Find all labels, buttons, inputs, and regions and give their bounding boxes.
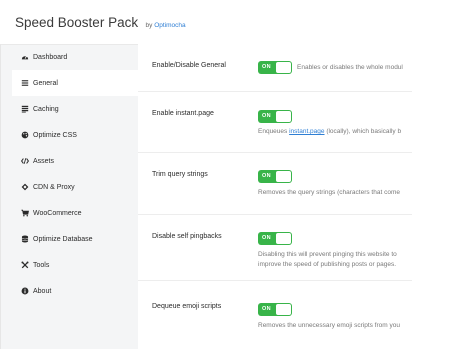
description-prefix: Enqueues — [258, 128, 290, 135]
sidebar-item-label: Assets — [33, 157, 55, 165]
sidebar-item-label: Caching — [33, 105, 59, 113]
sidebar-item-dashboard[interactable]: Dashboard — [12, 44, 138, 70]
sidebar-item-label: WooCommerce — [33, 209, 82, 217]
caching-icon — [19, 104, 30, 115]
sidebar-item-optimize-css[interactable]: Optimize CSS — [12, 122, 138, 148]
toggle-state: ON — [262, 64, 271, 70]
toggle-state: ON — [262, 113, 271, 119]
toggle-knob — [276, 62, 291, 73]
toggle-state: ON — [262, 235, 271, 241]
app-header: Speed Booster Pack by Optimocha — [0, 0, 412, 44]
byline-by: by — [145, 22, 153, 29]
setting-label: Dequeue emoji scripts — [152, 303, 222, 310]
sidebar-item-label: About — [33, 287, 52, 295]
setting-description-line-2: improve the speed of publishing posts or… — [258, 261, 397, 268]
setting-description: Removes the unnecessary emoji scripts fr… — [258, 322, 400, 329]
toggle-knob — [276, 304, 291, 315]
setting-row-enable-general: Enable/Disable General ON Enables or dis… — [138, 44, 412, 92]
sidebar-item-general[interactable]: General — [12, 70, 138, 96]
instant-page-link[interactable]: instant.page — [289, 128, 324, 135]
sidebar-item-about[interactable]: About — [12, 278, 138, 304]
toggle-knob — [276, 233, 291, 244]
dashboard-icon — [19, 52, 30, 63]
setting-row-instant-page: Enable instant.page ON Enqueues instant.… — [138, 92, 412, 153]
setting-description: Removes the query strings (characters th… — [258, 189, 400, 196]
sidebar-item-caching[interactable]: Caching — [12, 96, 138, 122]
toggle-knob — [276, 171, 291, 182]
toggle-knob — [276, 111, 291, 122]
sidebar-item-label: CDN & Proxy — [33, 183, 75, 191]
setting-label: Enable/Disable General — [152, 62, 226, 69]
sidebar-item-tools[interactable]: Tools — [12, 252, 138, 278]
sidebar-item-label: Optimize CSS — [33, 131, 77, 139]
cdn-icon — [19, 182, 30, 193]
toggle-state: ON — [262, 173, 271, 179]
brand: Speed Booster Pack by Optimocha — [15, 14, 186, 32]
setting-description: Enqueues instant.page (locally), which b… — [258, 127, 401, 137]
sidebar-item-label: Tools — [33, 261, 50, 269]
setting-row-self-pingbacks: Disable self pingbacks ON Disabling this… — [138, 215, 412, 281]
palette-icon — [19, 130, 30, 141]
sidebar-item-optimize-database[interactable]: Optimize Database — [12, 226, 138, 252]
setting-label: Disable self pingbacks — [152, 233, 222, 240]
setting-description-line-1: Disabling this will prevent pinging this… — [258, 251, 397, 258]
setting-row-emoji-scripts: Dequeue emoji scripts ON Removes the unn… — [138, 281, 412, 349]
setting-label: Trim query strings — [152, 171, 208, 178]
database-icon — [19, 234, 30, 245]
emoji-scripts-toggle[interactable]: ON — [258, 303, 292, 316]
settings-content: Enable/Disable General ON Enables or dis… — [138, 44, 412, 349]
sidebar-item-assets[interactable]: Assets — [12, 148, 138, 174]
brand-byline: by Optimocha — [146, 22, 186, 29]
cart-icon — [19, 208, 30, 219]
description-suffix: (locally), which basically b — [324, 128, 402, 135]
setting-row-trim-query: Trim query strings ON Removes the query … — [138, 153, 412, 215]
self-pingbacks-toggle[interactable]: ON — [258, 232, 292, 245]
sidebar-item-woocommerce[interactable]: WooCommerce — [12, 200, 138, 226]
code-icon — [19, 156, 30, 167]
setting-label: Enable instant.page — [152, 110, 214, 117]
trim-query-toggle[interactable]: ON — [258, 170, 292, 183]
instant-page-toggle[interactable]: ON — [258, 110, 292, 123]
author-link[interactable]: Optimocha — [154, 22, 185, 29]
list-icon — [19, 78, 30, 89]
info-icon — [19, 286, 30, 297]
enable-general-toggle[interactable]: ON — [258, 61, 292, 74]
tools-icon — [19, 260, 30, 271]
sidebar-item-label: Dashboard — [33, 53, 68, 61]
setting-description: Enables or disables the whole modul — [297, 64, 403, 71]
app-title: Speed Booster Pack — [15, 15, 139, 30]
toggle-state: ON — [262, 306, 271, 312]
sidebar-item-label: Optimize Database — [33, 235, 93, 243]
page-right-margin — [412, 0, 453, 349]
settings-sidebar: Dashboard General Caching Optimize CSS A… — [12, 44, 138, 349]
sidebar-item-label: General — [33, 79, 58, 87]
sidebar-item-cdn-proxy[interactable]: CDN & Proxy — [12, 174, 138, 200]
